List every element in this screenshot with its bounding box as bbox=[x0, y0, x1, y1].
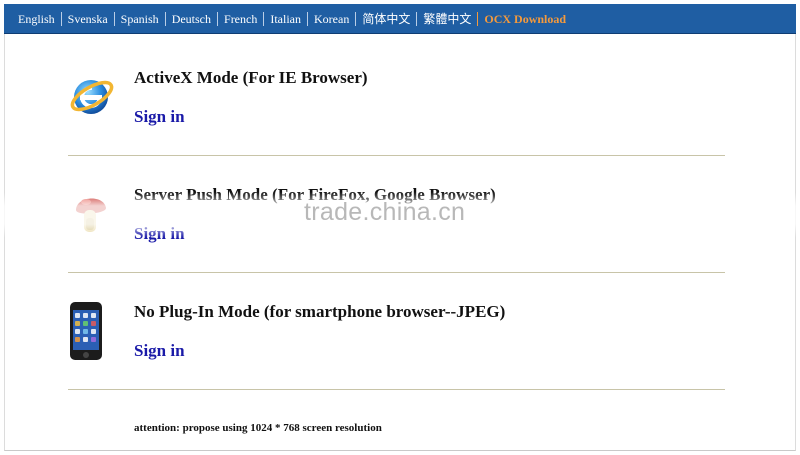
smartphone-icon bbox=[68, 302, 118, 362]
nav-language-italian[interactable]: Italian bbox=[263, 12, 307, 26]
activex-sign-in-link[interactable]: Sign in bbox=[134, 107, 185, 127]
watermark-text: trade.china.cn bbox=[304, 198, 466, 226]
ocx-download-link[interactable]: OCX Download bbox=[477, 12, 572, 26]
divider bbox=[68, 389, 725, 390]
nav-language-french[interactable]: French bbox=[217, 12, 263, 26]
activex-mode-title: ActiveX Mode (For IE Browser) bbox=[134, 68, 368, 87]
no-plugin-sign-in-link[interactable]: Sign in bbox=[134, 341, 185, 361]
ie-browser-icon bbox=[68, 72, 118, 132]
nav-language-simplified-chinese[interactable]: 简体中文 bbox=[355, 12, 416, 26]
nav-language-korean[interactable]: Korean bbox=[307, 12, 355, 26]
nav-language-deutsch[interactable]: Deutsch bbox=[164, 12, 217, 26]
divider bbox=[68, 155, 725, 156]
attention-note: attention: propose using 1024 * 768 scre… bbox=[134, 422, 382, 434]
top-navigation-bar: English Svenska Spanish Deutsch French I… bbox=[4, 4, 796, 34]
no-plugin-mode-title: No Plug-In Mode (for smartphone browser-… bbox=[134, 302, 506, 321]
divider bbox=[68, 272, 725, 273]
nav-language-traditional-chinese[interactable]: 繁體中文 bbox=[416, 12, 477, 26]
nav-language-spanish[interactable]: Spanish bbox=[113, 12, 165, 26]
nav-language-english[interactable]: English bbox=[18, 12, 61, 26]
nav-language-svenska[interactable]: Svenska bbox=[60, 12, 114, 26]
language-menu: English Svenska Spanish Deutsch French I… bbox=[18, 4, 572, 34]
